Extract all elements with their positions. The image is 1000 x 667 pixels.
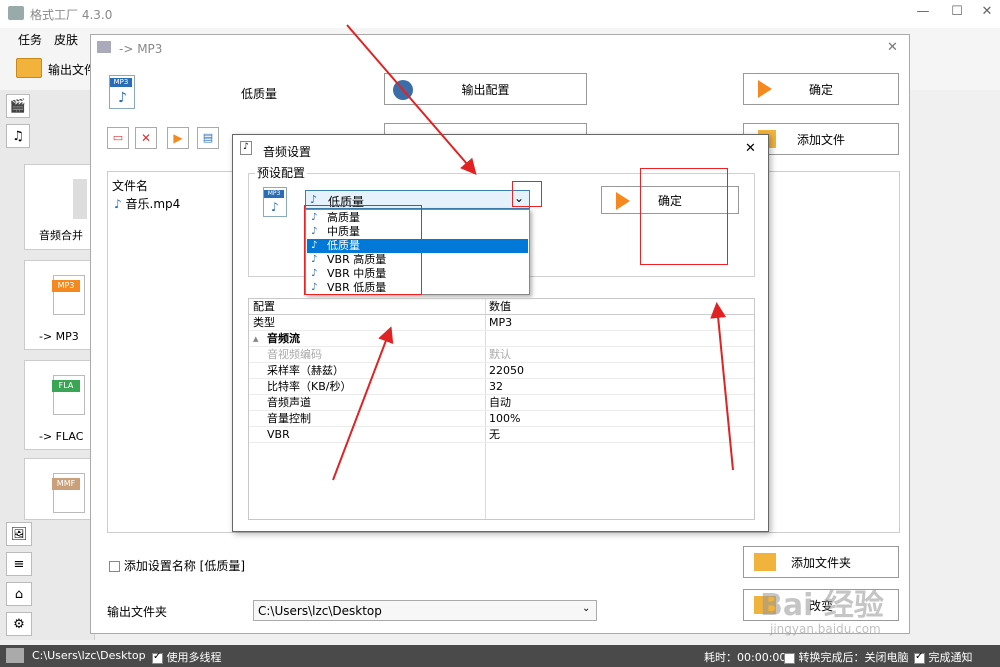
play-icon[interactable]: ▶	[167, 127, 189, 149]
output-folder-toolbar-label[interactable]: 输出文件	[48, 61, 96, 78]
mp3-dialog-close-button[interactable]: ✕	[887, 40, 898, 55]
ok-label: 确定	[808, 82, 833, 97]
clear-icon[interactable]: ✕	[135, 127, 157, 149]
table-section-row[interactable]: ▴ 音频流	[249, 331, 754, 347]
table-row[interactable]: 音量控制 100%	[249, 411, 754, 427]
tool-label: -> MP3	[39, 330, 79, 343]
tool-label: -> FLAC	[39, 430, 84, 443]
mp3-icon: MP3	[52, 275, 85, 315]
output-folder-value: C:\Users\lzc\Desktop	[258, 604, 382, 618]
mp3-ok-button[interactable]: 确定	[743, 73, 899, 105]
tool-card-audio-merge[interactable]: 音频合并	[24, 164, 92, 250]
after-convert-option[interactable]: 转换完成后：关闭电脑	[784, 649, 909, 665]
rom-device-category-icon[interactable]: ⌂	[6, 582, 32, 606]
menu-skin[interactable]: 皮肤	[54, 31, 78, 48]
baidu-watermark-url: jingyan.baidu.com	[770, 622, 881, 636]
folder-icon[interactable]	[16, 58, 42, 78]
preset-group-label: 预设配置	[255, 164, 308, 181]
add-setting-name-label: 添加设置名称 [低质量]	[123, 559, 246, 573]
arrow-right-icon	[616, 192, 630, 210]
multithread-label: 使用多线程	[166, 651, 222, 664]
minimize-button[interactable]: —	[908, 4, 938, 24]
multithread-checkbox[interactable]	[152, 651, 163, 664]
audio-file-icon: ♪	[114, 197, 122, 211]
mp3-file-icon: MP3 ♪	[263, 187, 287, 217]
mp3-dialog-title: -> MP3	[119, 42, 163, 56]
maximize-button[interactable]: ☐	[942, 4, 972, 24]
add-folder-icon	[754, 553, 776, 571]
collapse-icon[interactable]: ▴	[253, 331, 259, 347]
header-value: 数值	[489, 300, 511, 313]
tool-card-flac[interactable]: FLA -> FLAC	[24, 360, 92, 450]
annotation-box-ok	[640, 168, 728, 265]
multithread-option[interactable]: 使用多线程	[152, 649, 222, 665]
tool-label: 音频合并	[39, 229, 83, 242]
list-item[interactable]: ♪ 音乐.mp4	[114, 195, 180, 212]
notify-label: 完成通知	[928, 651, 973, 664]
properties-table: 配置 数值 类型 MP3 ▴ 音频流 音视频编码 默认 采样率（赫兹） 22050 比…	[248, 298, 755, 520]
menu-task[interactable]: 任务	[18, 31, 42, 48]
settings-icon	[393, 80, 413, 100]
chevron-down-icon: ⌄	[582, 603, 591, 614]
annotation-box-options	[304, 205, 422, 295]
arrow-right-icon	[758, 80, 772, 98]
format-tag: MP3	[52, 280, 80, 292]
mp3-file-icon: MP3 ♪	[109, 75, 135, 109]
audio-category-icon[interactable]: ♫	[6, 124, 30, 148]
format-tag: FLA	[52, 380, 80, 392]
table-row[interactable]: 音频声道 自动	[249, 395, 754, 411]
table-header: 配置 数值	[249, 299, 754, 315]
notify-option[interactable]: 完成通知	[914, 649, 973, 665]
add-folder-label: 添加文件夹	[790, 555, 851, 570]
output-folder-label: 输出文件夹	[107, 605, 168, 619]
table-row[interactable]: 类型 MP3	[249, 315, 754, 331]
mmf-icon: MMF	[52, 473, 85, 513]
tool-card-mmf[interactable]: MMF	[24, 458, 92, 520]
output-folder-select[interactable]: C:\Users\lzc\Desktop ⌄	[253, 600, 597, 621]
table-row[interactable]: 采样率（赫兹） 22050	[249, 363, 754, 379]
app-icon	[8, 6, 24, 20]
left-category-panel: 🎬 ♫ 音频合并 MP3 -> MP3 FLA -> FLAC MMF 🖼 ≡ …	[0, 90, 95, 640]
output-config-label: 输出配置	[461, 82, 510, 97]
header-config: 配置	[253, 300, 275, 313]
table-row[interactable]: 比特率（KB/秒） 32	[249, 379, 754, 395]
after-convert-label: 转换完成后：关闭电脑	[798, 651, 909, 664]
remove-icon[interactable]: ▭	[107, 127, 129, 149]
video-category-icon[interactable]: 🎬	[6, 94, 30, 118]
close-button[interactable]: ✕	[972, 4, 1000, 24]
notify-checkbox[interactable]	[914, 651, 925, 664]
file-list-header: 文件名	[112, 179, 149, 193]
status-bar: C:\Users\lzc\Desktop 使用多线程 耗时：00:00:00 转…	[0, 645, 1000, 667]
tool-card-mp3[interactable]: MP3 -> MP3	[24, 260, 92, 350]
document-category-icon[interactable]: ≡	[6, 552, 32, 576]
add-setting-name-checkbox[interactable]	[109, 561, 120, 572]
annotation-box-dropdown-arrow	[512, 181, 542, 207]
add-setting-name-row[interactable]: 添加设置名称 [低质量]	[109, 557, 245, 574]
picture-category-icon[interactable]: 🖼	[6, 522, 32, 546]
audio-settings-title: 音频设置	[263, 145, 312, 159]
dialog-icon	[97, 41, 111, 53]
add-file-label: 添加文件	[796, 132, 845, 147]
info-icon[interactable]: ▤	[197, 127, 219, 149]
main-title-bar: 格式工厂 4.3.0 — ☐ ✕	[0, 0, 1000, 28]
audio-merge-icon	[73, 179, 87, 219]
table-row: 音视频编码 默认	[249, 347, 754, 363]
quality-label: 低质量	[241, 87, 278, 101]
output-config-button[interactable]: 输出配置	[384, 73, 587, 105]
audio-settings-close-button[interactable]: ✕	[745, 141, 756, 156]
main-window-title: 格式工厂 4.3.0	[30, 8, 113, 22]
elapsed-time: 耗时：00:00:00	[704, 651, 787, 664]
table-row[interactable]: VBR 无	[249, 427, 754, 443]
audio-settings-icon: ♪	[240, 141, 252, 155]
add-folder-button[interactable]: 添加文件夹	[743, 546, 899, 578]
utilities-category-icon[interactable]: ⚙	[6, 612, 32, 636]
after-convert-checkbox[interactable]	[784, 652, 795, 664]
folder-icon[interactable]	[6, 648, 24, 663]
format-tag: MMF	[52, 478, 80, 490]
baidu-watermark: Bai 经验	[760, 588, 884, 623]
status-output-path[interactable]: C:\Users\lzc\Desktop	[32, 649, 146, 662]
file-name: 音乐.mp4	[125, 197, 181, 211]
flac-icon: FLA	[52, 375, 85, 415]
